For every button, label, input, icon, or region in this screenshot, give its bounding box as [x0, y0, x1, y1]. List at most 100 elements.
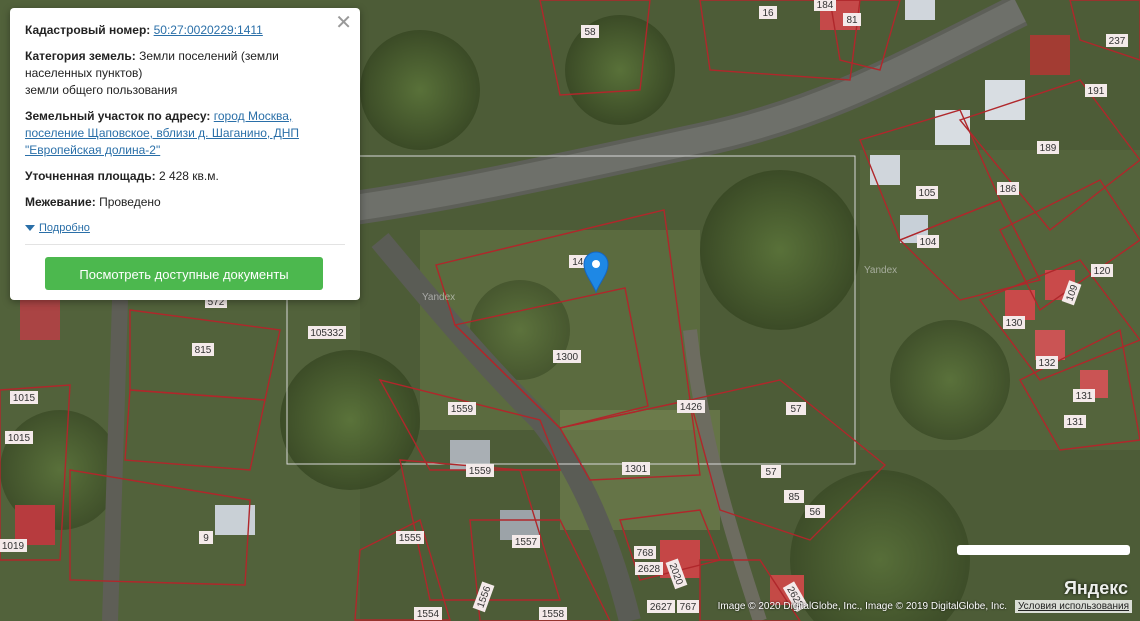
cadastral-row: Кадастровый номер: 50:27:0020229:1411 [25, 22, 345, 39]
svg-text:1426: 1426 [680, 402, 703, 413]
svg-text:81: 81 [846, 15, 858, 26]
parcel-label: 768 [634, 546, 656, 559]
parcel-label: 1554 [414, 607, 442, 620]
category-row: Категория земель: Земли поселений (земли… [25, 48, 345, 99]
svg-text:186: 186 [1000, 184, 1017, 195]
parcel-label: 105332 [308, 326, 346, 339]
svg-text:56: 56 [809, 507, 821, 518]
svg-text:132: 132 [1039, 358, 1056, 369]
parcel-label: 131 [1073, 389, 1095, 402]
svg-text:191: 191 [1088, 86, 1105, 97]
parcel-label: 105 [916, 186, 938, 199]
svg-text:1015: 1015 [13, 393, 36, 404]
svg-text:1555: 1555 [399, 533, 422, 544]
parcel-label: 237 [1106, 34, 1128, 47]
svg-text:131: 131 [1076, 391, 1093, 402]
details-toggle[interactable]: Подробно [25, 222, 90, 234]
copyright-text: Image © 2020 DigitalGlobe, Inc., Image ©… [717, 601, 1007, 612]
parcel-label: 1301 [622, 462, 650, 475]
parcel-label: 1555 [396, 531, 424, 544]
parcel-label: 131 [1064, 415, 1086, 428]
area-row: Уточненная площадь: 2 428 кв.м. [25, 168, 345, 185]
svg-text:57: 57 [790, 404, 802, 415]
parcel-label: 57 [786, 402, 806, 415]
svg-text:1554: 1554 [417, 609, 440, 620]
svg-text:1559: 1559 [451, 404, 474, 415]
svg-text:1019: 1019 [2, 541, 25, 552]
svg-text:131: 131 [1067, 417, 1084, 428]
address-label: Земельный участок по адресу: [25, 109, 211, 123]
svg-text:105332: 105332 [310, 328, 344, 339]
svg-text:9: 9 [203, 533, 209, 544]
svg-text:1301: 1301 [625, 464, 648, 475]
parcel-label: 81 [843, 13, 861, 26]
parcel-label: 16 [759, 6, 777, 19]
svg-text:768: 768 [637, 548, 654, 559]
divider [25, 244, 345, 245]
parcel-label: 1557 [512, 535, 540, 548]
svg-text:767: 767 [680, 602, 697, 613]
category-sub: земли общего пользования [25, 83, 178, 97]
svg-text:58: 58 [584, 27, 596, 38]
map-footer: Image © 2020 DigitalGlobe, Inc., Image ©… [718, 600, 1132, 613]
parcel-label: 1019 [0, 539, 27, 552]
parcel-label: 1426 [677, 400, 705, 413]
yandex-logo: Яндекс [1063, 578, 1128, 598]
parcel-label: 85 [784, 490, 804, 503]
svg-text:189: 189 [1040, 143, 1057, 154]
details-label: Подробно [39, 222, 90, 234]
parcel-label: 130 [1003, 316, 1025, 329]
parcel-label: 1015 [5, 431, 33, 444]
parcel-info-panel: ✕ Кадастровый номер: 50:27:0020229:1411 … [10, 8, 360, 300]
category-label: Категория земель: [25, 49, 136, 63]
close-icon[interactable]: ✕ [335, 13, 352, 33]
parcel-label: 186 [997, 182, 1019, 195]
parcel-label: 104 [917, 235, 939, 248]
cadastral-label: Кадастровый номер: [25, 23, 151, 37]
parcel-label: 2627 [647, 600, 675, 613]
svg-text:2628: 2628 [638, 564, 661, 575]
parcel-label: 767 [677, 600, 699, 613]
parcel-label: 191 [1085, 84, 1107, 97]
scale-bar [957, 545, 1130, 555]
svg-text:1558: 1558 [542, 609, 565, 620]
parcel-label: 2628 [635, 562, 663, 575]
parcel-label: 132 [1036, 356, 1058, 369]
parcel-label: 1558 [539, 607, 567, 620]
svg-text:1557: 1557 [515, 537, 538, 548]
parcel-label: 120 [1091, 264, 1113, 277]
map-watermark: Yandex [864, 265, 897, 276]
chevron-down-icon [25, 225, 35, 231]
view-documents-button[interactable]: Посмотреть доступные документы [45, 257, 323, 290]
svg-text:105: 105 [919, 188, 936, 199]
svg-text:1015: 1015 [8, 433, 31, 444]
survey-label: Межевание: [25, 195, 96, 209]
parcel-label: 9 [199, 531, 213, 544]
area-label: Уточненная площадь: [25, 169, 156, 183]
svg-text:120: 120 [1094, 266, 1111, 277]
svg-text:237: 237 [1109, 36, 1126, 47]
parcel-label: 1559 [448, 402, 476, 415]
svg-text:130: 130 [1006, 318, 1023, 329]
svg-text:16: 16 [762, 8, 774, 19]
parcel-label: 189 [1037, 141, 1059, 154]
svg-text:2627: 2627 [650, 602, 673, 613]
parcel-label: 184 [814, 0, 836, 11]
parcel-label: 1300 [553, 350, 581, 363]
svg-text:1300: 1300 [556, 352, 579, 363]
svg-text:57: 57 [765, 467, 777, 478]
cadastral-link[interactable]: 50:27:0020229:1411 [154, 23, 263, 37]
svg-text:1559: 1559 [469, 466, 492, 477]
parcel-label: 56 [805, 505, 825, 518]
svg-text:184: 184 [817, 0, 834, 11]
svg-text:815: 815 [195, 345, 212, 356]
area-value: 2 428 кв.м. [158, 169, 219, 183]
svg-text:104: 104 [920, 237, 937, 248]
parcel-label: 815 [192, 343, 214, 356]
terms-link[interactable]: Условия использования [1015, 600, 1132, 613]
parcel-label: 1015 [10, 391, 38, 404]
svg-text:85: 85 [788, 492, 800, 503]
survey-value: Проведено [99, 195, 161, 209]
parcel-label: 58 [581, 25, 599, 38]
parcel-label: 1559 [466, 464, 494, 477]
